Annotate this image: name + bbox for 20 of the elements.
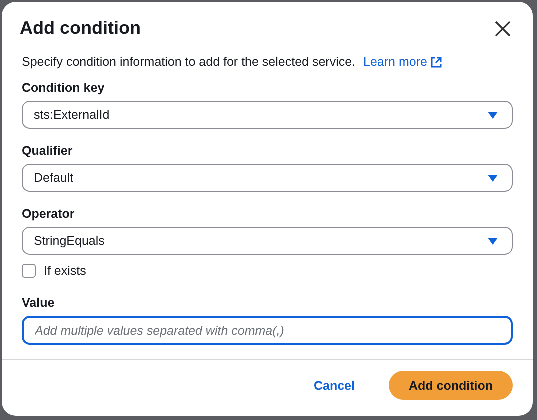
checkbox-label: If exists	[44, 263, 86, 279]
field-label: Operator	[22, 206, 76, 222]
dropdown-select[interactable]: Default	[22, 164, 513, 192]
dialog-title: Add condition	[20, 17, 141, 40]
cancel-button[interactable]: Cancel	[308, 378, 361, 394]
close-icon	[495, 20, 511, 36]
external-link-icon	[431, 56, 442, 68]
close-button[interactable]	[493, 18, 513, 38]
add-condition-button[interactable]: Add condition	[388, 371, 513, 400]
caret-icon	[487, 236, 499, 246]
field-label: Condition key	[22, 80, 106, 96]
caret-icon	[487, 110, 499, 120]
dropdown-select[interactable]: StringEquals	[22, 227, 513, 255]
field-label: Qualifier	[22, 143, 74, 159]
caret-icon	[487, 174, 499, 182]
dropdown-select[interactable]: sts:ExternalId	[22, 101, 513, 129]
field-label: Value	[22, 295, 56, 311]
dialog-description: Specify condition information to add for the selected service.	[22, 54, 356, 70]
learn-more-link[interactable]: Learn more	[364, 54, 442, 70]
checkbox[interactable]	[22, 264, 36, 278]
